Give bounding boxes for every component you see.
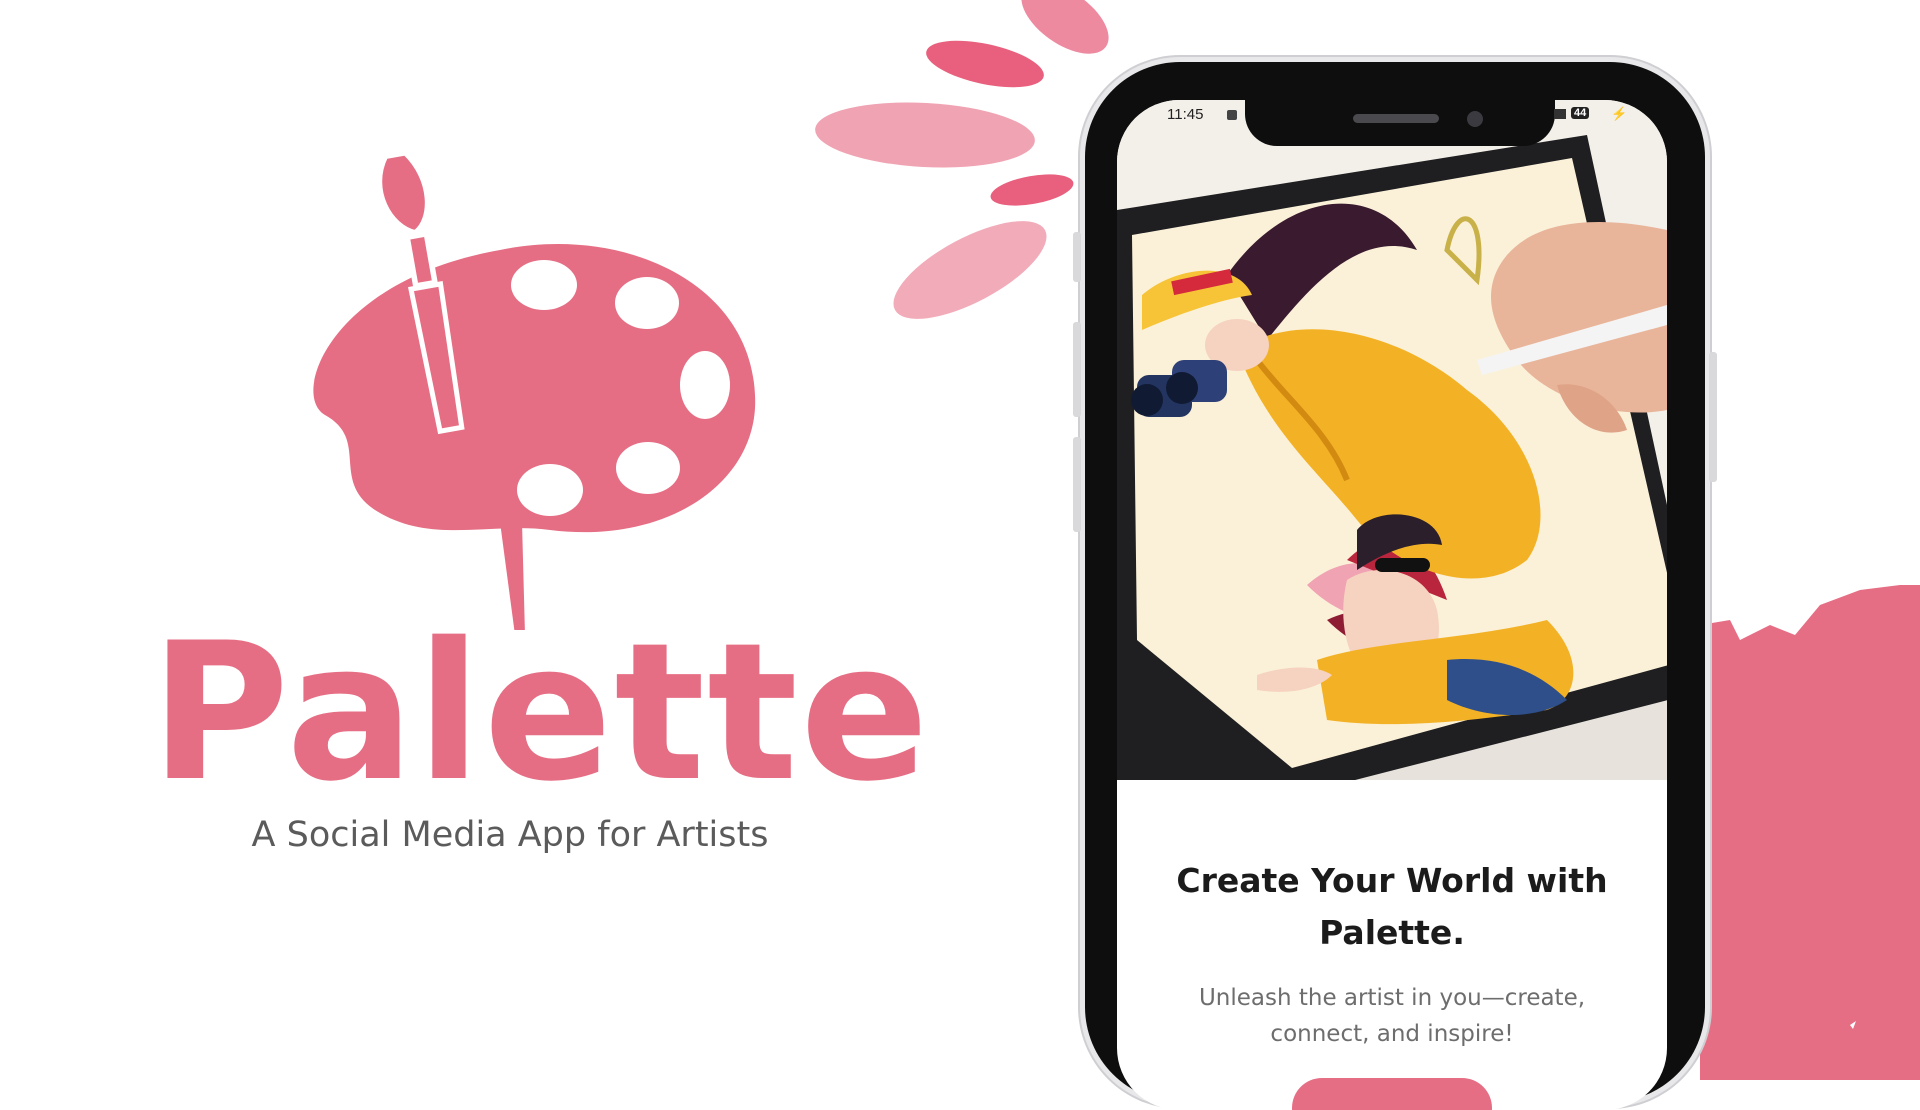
notification-icon [1227, 110, 1237, 120]
charging-bolt-icon: ⚡ [1611, 106, 1628, 121]
brand-logo: Palette [150, 150, 929, 808]
brand-tagline: A Social Media App for Artists [251, 815, 769, 855]
paint-blob-decoration [1700, 585, 1920, 1080]
mute-switch [1073, 232, 1081, 282]
digital-illustration-on-tablet-image [1117, 100, 1667, 780]
battery-icon: 44 [1571, 107, 1590, 119]
status-time: 11:45 [1167, 106, 1204, 123]
onboarding-subtext: Unleash the artist in you—create, connec… [1198, 985, 1586, 1047]
brand-title: Palette [150, 602, 931, 823]
onboarding-headline: Create Your World with Palette. [1176, 861, 1608, 952]
phone-notch [1245, 100, 1555, 146]
get-started-button[interactable] [1292, 1078, 1492, 1110]
volume-up-button [1073, 322, 1081, 417]
signal-icon [1554, 109, 1566, 119]
volume-down-button [1073, 437, 1081, 532]
phone-mockup: 11:45 44 ⚡ Create Your World with Palett… [1073, 62, 1717, 1110]
phone-screen: 11:45 44 ⚡ Create Your World with Palett… [1117, 100, 1667, 1110]
palette-brush-icon [313, 150, 756, 635]
speaker-grille [1353, 114, 1439, 123]
power-button [1709, 352, 1717, 482]
front-camera-icon [1467, 111, 1483, 127]
